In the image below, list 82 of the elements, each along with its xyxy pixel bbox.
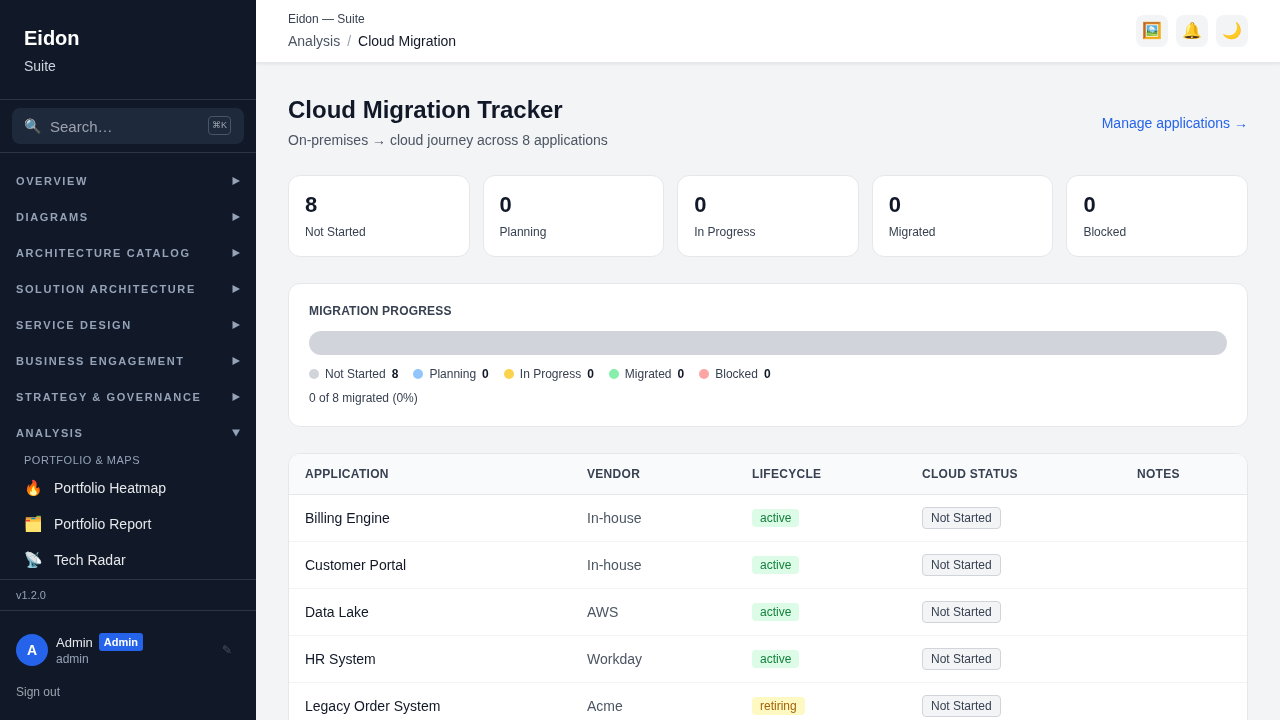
column-header: APPLICATION (289, 454, 571, 494)
lifecycle-tag: active (752, 555, 800, 574)
status-tag: Not Started (922, 647, 1001, 670)
section-title: MIGRATION PROGRESS (309, 303, 453, 319)
breadcrumb-link[interactable]: Analysis (288, 31, 341, 51)
stat-value: 0 (499, 191, 512, 219)
nav-item[interactable]: 📡 Tech Radar (0, 542, 256, 578)
nav-item[interactable]: 🔥 Portfolio Heatmap (0, 470, 256, 506)
progress-summary: 0 of 8 migrated (0%) (309, 390, 419, 406)
column-header: VENDOR (571, 454, 736, 494)
nav-section-header[interactable]: SERVICE DESIGN (0, 307, 256, 343)
breadcrumb-separator: / (347, 32, 352, 51)
table-cell: Workday (571, 635, 736, 682)
version-label: v1.2.0 (0, 579, 256, 611)
app-label: Eidon — Suite (288, 11, 366, 27)
legend-count: 8 (391, 366, 399, 382)
table-cell: Acme (571, 682, 736, 720)
stat-value: 0 (888, 191, 902, 219)
nav-item[interactable]: 🗂 Portfolio Report (0, 506, 256, 542)
legend-label: In Progress (519, 366, 582, 382)
nav-section-header[interactable]: ARCHITECTURE CATALOG (0, 235, 256, 271)
lifecycle-tag: active (752, 508, 800, 527)
status-tag: Not Started (922, 600, 1001, 623)
nav-section-header[interactable]: DIAGRAMS (0, 199, 256, 235)
stat-value: 0 (1083, 191, 1096, 219)
legend-count: 0 (482, 366, 489, 382)
shortcut-hint: ⌘K (208, 116, 231, 135)
stat-label: Blocked (1083, 224, 1127, 240)
table-cell: HR System (289, 635, 571, 682)
nav-section-header[interactable]: OVERVIEW (0, 163, 256, 199)
column-header: CLOUD STATUS (906, 454, 1121, 494)
status-tag: Not Started (922, 694, 1001, 717)
column-header: NOTES (1121, 454, 1247, 494)
stat-label: Not Started (305, 224, 366, 240)
folder-icon: 🗂 (24, 515, 40, 533)
table-cell: Customer Portal (289, 541, 571, 588)
stat-label: Planning (499, 224, 547, 240)
legend-label: Planning (429, 366, 477, 382)
legend-count: 0 (587, 366, 594, 382)
user-name: Admin (56, 634, 93, 650)
nav-section-header[interactable]: ANALYSIS (0, 415, 256, 451)
table-cell: In-house (571, 494, 736, 541)
nav-section-header[interactable]: STRATEGY & GOVERNANCE (0, 379, 256, 415)
stat-label: In Progress (694, 224, 756, 240)
table-cell: In-house (571, 541, 736, 588)
app-subtitle: Suite (24, 57, 56, 76)
lifecycle-tag: active (752, 602, 800, 621)
legend-label: Not Started (325, 366, 386, 382)
stat-value: 8 (305, 191, 318, 219)
lifecycle-tag: retiring (752, 696, 805, 715)
framed-picture-icon: 🖼 (1142, 22, 1162, 40)
table-cell: Data Lake (289, 588, 571, 635)
legend-count: 0 (677, 366, 685, 382)
manage-applications-link[interactable]: Manage applications → (1101, 112, 1248, 133)
legend-count: 0 (763, 366, 771, 382)
status-tag: Not Started (922, 553, 1001, 576)
nav-group-heading: PORTFOLIO & MAPS (23, 453, 141, 468)
table-cell: Legacy Order System (289, 682, 571, 720)
stat-value: 0 (694, 191, 707, 219)
column-header: LIFECYCLE (736, 454, 906, 494)
satellite-dish-icon: 📡 (24, 551, 40, 569)
nav-section-header[interactable]: SOLUTION ARCHITECTURE (0, 271, 256, 307)
role-badge: Admin (98, 633, 144, 651)
legend-label: Blocked (715, 366, 758, 382)
search-icon: 🔍 (24, 118, 40, 134)
table-cell: AWS (571, 588, 736, 635)
moon-icon: 🌙 (1222, 22, 1242, 40)
flame-icon: 🔥 (24, 479, 40, 497)
nav-section-header[interactable]: BUSINESS ENGAGEMENT (0, 343, 256, 379)
status-tag: Not Started (922, 506, 1001, 529)
sign-out-link[interactable]: Sign out (16, 684, 61, 700)
app-name: Eidon (24, 26, 80, 51)
table-cell: Billing Engine (289, 494, 571, 541)
bell-icon: 🔔 (1182, 22, 1202, 40)
page-subtitle: On-premises → cloud journey across 8 applications (288, 131, 608, 150)
stat-label: Migrated (888, 224, 936, 240)
legend-label: Migrated (624, 366, 672, 382)
breadcrumb-current: Cloud Migration (358, 32, 457, 51)
page-title: Cloud Migration Tracker (288, 95, 563, 125)
avatar: A (16, 634, 48, 666)
username: admin (56, 651, 89, 667)
lifecycle-tag: active (752, 649, 800, 668)
